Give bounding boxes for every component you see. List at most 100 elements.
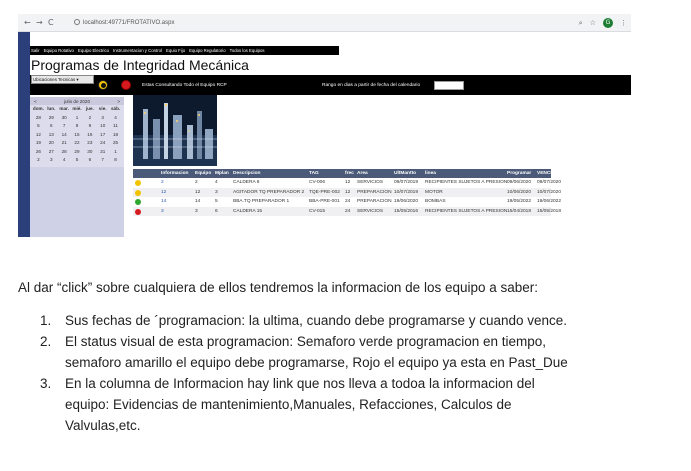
calendar-day[interactable]: 10: [96, 122, 109, 131]
calendar-day[interactable]: 14: [58, 131, 71, 140]
warning-icon[interactable]: [98, 80, 108, 90]
ubicaciones-select[interactable]: Ubicaciones Tecnicas ▾: [31, 75, 94, 84]
col-tag[interactable]: TAG: [309, 169, 319, 178]
table-row[interactable]: 2 2 4 CALDERA 6 CV-006 12 SERVICIOS 09/07/2019 R…: [133, 178, 561, 188]
menu-item-salir[interactable]: Salir: [31, 46, 40, 55]
calendar-day[interactable]: 2: [32, 156, 45, 165]
calendar-day[interactable]: 28: [32, 114, 45, 123]
calendar-day[interactable]: 4: [58, 156, 71, 165]
forward-icon[interactable]: →: [36, 17, 43, 29]
col-equipo[interactable]: Equipo: [195, 169, 211, 178]
calendar-prev[interactable]: <: [34, 99, 37, 104]
calendar-day[interactable]: 26: [32, 148, 45, 157]
table-row[interactable]: 12 12 3 AGITADOR TQ PREPARADOR 2 TQE-PRE-002…: [133, 187, 561, 198]
calendar-month: julio de 2020: [63, 98, 91, 104]
calendar-day[interactable]: 5: [71, 156, 84, 165]
list-item-text: Sus fechas de ´programacion: la ultima, …: [65, 313, 568, 328]
calendar-day[interactable]: 5: [32, 122, 45, 131]
col-descripcion[interactable]: Descripcion: [233, 169, 260, 178]
calendar-day[interactable]: 28: [58, 148, 71, 157]
col-linea[interactable]: linea: [425, 169, 436, 178]
calendar-day[interactable]: 16: [83, 131, 96, 140]
calendar-day[interactable]: 21: [58, 139, 71, 148]
menu-item-equipo-electrico[interactable]: Equipo Electrico: [78, 46, 109, 55]
range-label: Rango en dias a partir de fecha del cale…: [322, 83, 421, 88]
menu-item-equio-fijo[interactable]: Equio Fijo: [166, 46, 185, 55]
reload-icon[interactable]: C: [48, 17, 54, 29]
col-ultmantto[interactable]: UltMantto: [394, 169, 416, 178]
calendar-day[interactable]: 6: [45, 122, 58, 131]
calendar-weekday: mié.: [72, 106, 82, 111]
col-programar[interactable]: Programar: [507, 169, 531, 178]
red-status-icon[interactable]: [121, 80, 131, 90]
equipment-table: Informacion Equipo Mplan Descripcion TAG…: [133, 169, 561, 217]
col-mplan[interactable]: Mplan: [215, 169, 229, 178]
col-frec[interactable]: frec: [345, 169, 354, 178]
calendar-day[interactable]: 29: [45, 114, 58, 123]
calendar-day[interactable]: 13: [45, 131, 58, 140]
table-body: 2 2 4 CALDERA 6 CV-006 12 SERVICIOS 09/07/2019 R…: [133, 178, 561, 217]
cell-ultmantto: 15/05/2016: [394, 208, 419, 214]
address-bar[interactable]: localhost:49771/FROTATIVO.aspx: [74, 17, 494, 29]
calendar-panel-bg: [30, 167, 124, 237]
calendar-day[interactable]: 7: [58, 122, 71, 131]
calendar-day[interactable]: 30: [83, 148, 96, 157]
star-icon[interactable]: ☆: [590, 19, 596, 27]
cell-tag: CV-015: [309, 208, 325, 214]
back-icon[interactable]: ←: [24, 17, 31, 29]
calendar-day[interactable]: 17: [96, 131, 109, 140]
menu-item-equipo-regulatorio[interactable]: Equipo Regulatorio: [189, 46, 226, 55]
col-vence[interactable]: VENCE: [537, 169, 554, 178]
calendar-weekday: jue.: [85, 106, 94, 111]
menu-item-todos[interactable]: Todos los Equipos: [230, 46, 265, 55]
range-input[interactable]: [434, 81, 464, 90]
calendar-day[interactable]: 12: [32, 131, 45, 140]
calendar-day[interactable]: 3: [96, 114, 109, 123]
col-informacion[interactable]: Informacion: [161, 169, 188, 178]
calendar-day[interactable]: 22: [71, 139, 84, 148]
cell-informacion[interactable]: 12: [161, 188, 166, 198]
calendar-day[interactable]: 30: [58, 114, 71, 123]
app-screenshot: ← → C localhost:49771/FROTATIVO.aspx ⌕ ☆…: [18, 14, 631, 237]
calendar-day[interactable]: 23: [83, 139, 96, 148]
table-row[interactable]: 3 3 6 CALDERA 15 CV-015 24 SERVICIOS 15/05/2016…: [133, 206, 561, 217]
cell-programar: 10/06/2020: [507, 189, 532, 195]
cell-informacion[interactable]: 14: [161, 197, 166, 207]
calendar-day[interactable]: 8: [109, 156, 122, 165]
calendar-day[interactable]: 4: [109, 114, 122, 123]
calendar-day[interactable]: 11: [109, 122, 122, 131]
zoom-icon[interactable]: ⌕: [579, 19, 583, 28]
calendar-day[interactable]: 24: [96, 139, 109, 148]
calendar-day[interactable]: 25: [109, 139, 122, 148]
intro-paragraph: Al dar “click” sobre cualquiera de ellos…: [18, 280, 539, 295]
calendar-day[interactable]: 31: [96, 148, 109, 157]
calendar-day[interactable]: 8: [71, 122, 84, 131]
calendar-day[interactable]: 19: [32, 139, 45, 148]
cell-tag: TQE-PRE-002: [309, 189, 340, 195]
profile-avatar[interactable]: G: [603, 18, 613, 28]
calendar-day[interactable]: 20: [45, 139, 58, 148]
calendar-day[interactable]: 27: [45, 148, 58, 157]
calendar-day[interactable]: 1: [71, 114, 84, 123]
list-item: Valvulas,etc.: [40, 415, 568, 436]
calendar-weekday: sáb.: [110, 106, 121, 111]
calendar-day[interactable]: 2: [83, 114, 96, 123]
menu-item-equipo-rotativo[interactable]: Equipo Rotativo: [44, 46, 74, 55]
calendar-day[interactable]: 18: [109, 131, 122, 140]
table-row[interactable]: 14 14 5 BBA.TQ PREPARADOR 1 BBA-PRE-001 24 PRE…: [133, 197, 561, 207]
calendar-day[interactable]: 15: [71, 131, 84, 140]
url-text: localhost:49771/FROTATIVO.aspx: [83, 20, 175, 26]
menu-item-instrumentacion[interactable]: Instrumentacion y Control: [113, 46, 162, 55]
cell-informacion[interactable]: 3: [161, 207, 164, 217]
menu-icon[interactable]: ⋮: [620, 19, 627, 27]
calendar-day[interactable]: 7: [96, 156, 109, 165]
calendar-day[interactable]: 9: [83, 122, 96, 131]
calendar-next[interactable]: >: [117, 99, 120, 104]
calendar-day[interactable]: 6: [83, 156, 96, 165]
info-icon[interactable]: [74, 19, 80, 26]
cell-informacion[interactable]: 2: [161, 178, 164, 188]
calendar-day[interactable]: 1: [109, 148, 122, 157]
col-area[interactable]: Area: [357, 169, 368, 178]
calendar-day[interactable]: 29: [71, 148, 84, 157]
calendar-day[interactable]: 3: [45, 156, 58, 165]
